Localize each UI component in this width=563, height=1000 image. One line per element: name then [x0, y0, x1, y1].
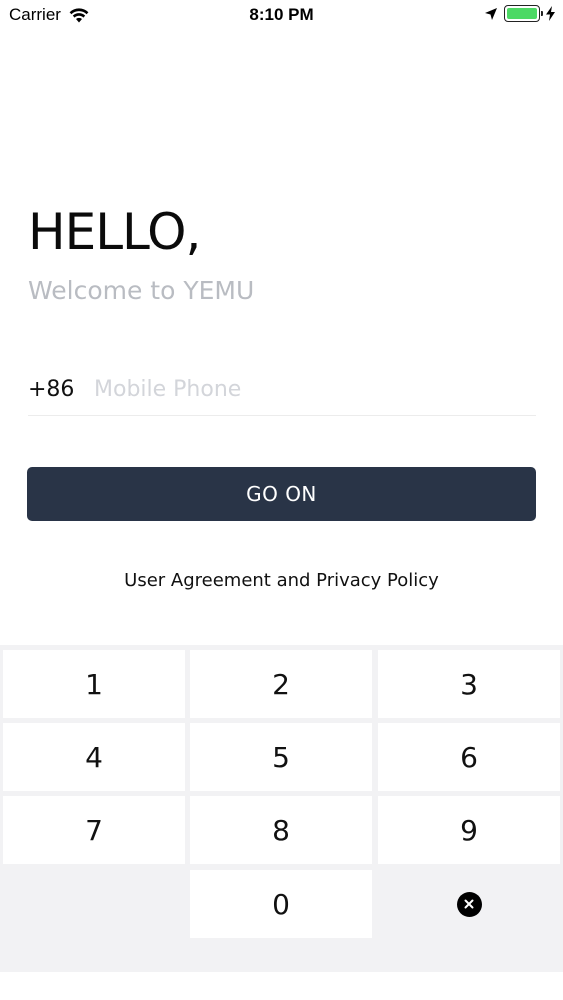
go-on-button[interactable]: GO ON — [27, 467, 536, 521]
welcome-subtitle: Welcome to YEMU — [28, 276, 255, 305]
charging-bolt-icon — [546, 6, 555, 21]
key-2[interactable]: 2 — [190, 650, 372, 718]
key-7[interactable]: 7 — [3, 796, 185, 864]
delete-key[interactable] — [378, 870, 560, 938]
country-code[interactable]: +86 — [28, 377, 94, 402]
phone-input-row: +86 — [28, 364, 536, 416]
greeting-title: HELLO, — [28, 203, 201, 261]
key-9[interactable]: 9 — [378, 796, 560, 864]
location-arrow-icon — [485, 7, 497, 20]
battery-icon — [504, 5, 543, 22]
numeric-keypad: 1 2 3 4 5 6 7 8 9 0 — [0, 645, 563, 1000]
key-6[interactable]: 6 — [378, 723, 560, 791]
key-3[interactable]: 3 — [378, 650, 560, 718]
user-agreement-link[interactable]: User Agreement and Privacy Policy — [0, 570, 563, 591]
close-x-glyph — [464, 899, 474, 909]
home-indicator-area — [0, 972, 563, 1000]
delete-circle-x-icon — [456, 891, 482, 917]
key-5[interactable]: 5 — [190, 723, 372, 791]
battery-fill — [507, 8, 537, 19]
status-right-group — [484, 5, 555, 22]
key-4[interactable]: 4 — [3, 723, 185, 791]
status-bar: Carrier 8:10 PM — [0, 0, 563, 30]
key-8[interactable]: 8 — [190, 796, 372, 864]
key-1[interactable]: 1 — [3, 650, 185, 718]
status-time: 8:10 PM — [249, 5, 314, 24]
mobile-phone-input[interactable] — [94, 377, 514, 402]
key-0[interactable]: 0 — [190, 870, 372, 938]
